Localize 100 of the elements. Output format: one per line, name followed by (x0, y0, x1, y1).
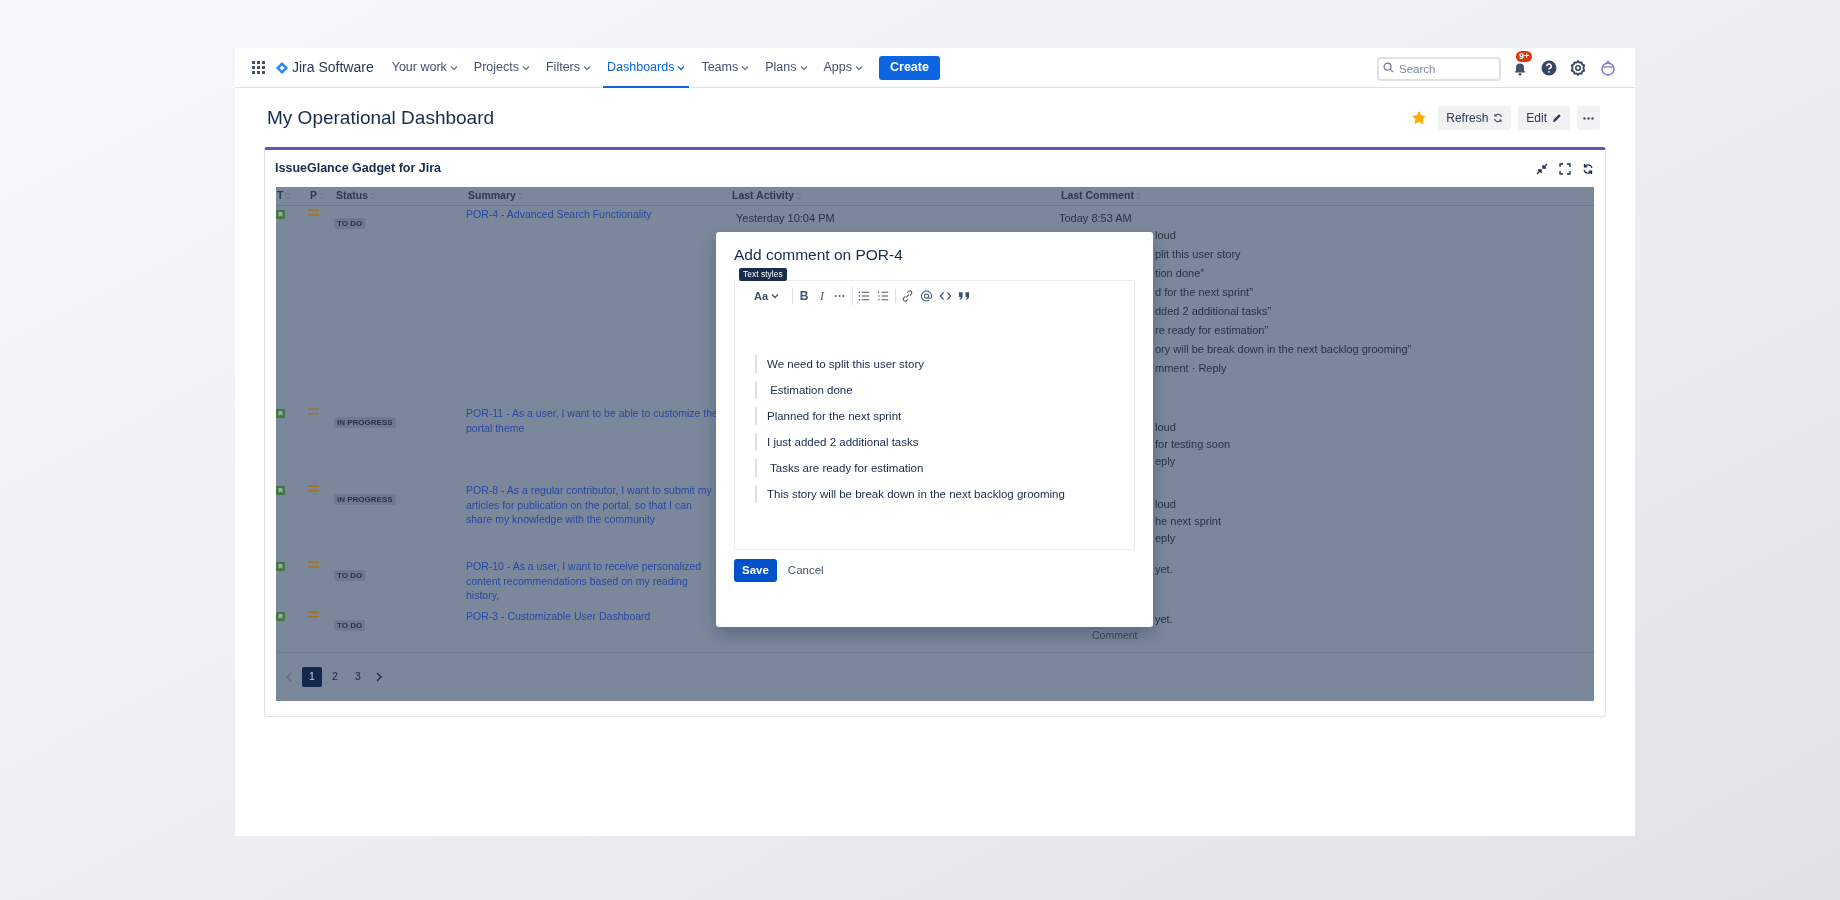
status-lozenge: TO DO (334, 570, 366, 581)
nav-tab[interactable]: Apps (819, 47, 868, 88)
chevron-down-icon (677, 64, 686, 71)
comment-text: re ready for estimation” (1154, 323, 1269, 337)
code-icon[interactable] (939, 289, 953, 303)
quote-text: Planned for the next sprint (755, 407, 1134, 425)
status-lozenge: IN PROGRESS (334, 417, 396, 428)
diamond-logo-icon (276, 61, 288, 74)
nav-tab[interactable]: Projects (469, 47, 534, 88)
bullet-list-icon[interactable] (858, 289, 872, 303)
activity-time: Yesterday 10:04 PM (736, 211, 836, 225)
comment-text: loud (1154, 228, 1176, 242)
comment-text: eply (1154, 454, 1176, 468)
save-button[interactable]: Save (734, 559, 777, 582)
medium-priority-icon (308, 611, 319, 618)
story-icon (276, 210, 285, 219)
create-button[interactable]: Create (879, 55, 940, 80)
medium-priority-icon (308, 561, 319, 568)
column-header[interactable]: Last Comment (1061, 188, 1134, 204)
comment-editor[interactable] (734, 280, 1135, 550)
quote-text: This story will be break down in the next backlog grooming (755, 485, 1134, 503)
dialog-title: Add comment on POR-4 (734, 246, 904, 264)
story-icon (276, 486, 285, 495)
more-button[interactable] (1577, 106, 1600, 130)
minimize-icon[interactable] (1536, 162, 1548, 175)
refresh-icon (1493, 113, 1504, 123)
story-icon (276, 562, 285, 571)
comment-text: for testing soon (1154, 437, 1231, 451)
comment-text: ory will be break down in the next backlog grooming” (1154, 342, 1412, 356)
comment-text: yet. (1154, 612, 1173, 626)
settings-icon[interactable] (1570, 59, 1586, 76)
chevron-down-icon (771, 293, 780, 299)
tooltip: Text styles (739, 268, 787, 281)
medium-priority-icon (308, 209, 319, 216)
comment-text: loud (1154, 497, 1176, 511)
cancel-button[interactable]: Cancel (779, 559, 832, 582)
comment-text: loud (1154, 420, 1176, 434)
italic-button[interactable]: I (816, 287, 829, 305)
text-styles-button[interactable]: Aa (754, 287, 788, 305)
chevron-down-icon (522, 64, 530, 71)
nav-tab[interactable]: Filters (542, 47, 595, 88)
more-icon (1583, 116, 1594, 120)
product-name[interactable]: Jira Software (292, 57, 374, 78)
quote-text: Tasks are ready for estimation (755, 459, 1134, 477)
column-header[interactable]: Summary (468, 188, 516, 204)
pencil-icon (1552, 113, 1562, 123)
comment-text: yet. (1154, 562, 1173, 576)
edit-button[interactable]: Edit (1518, 106, 1570, 130)
avatar-icon[interactable] (1599, 58, 1617, 77)
chevron-down-icon (855, 64, 864, 71)
nav-tab[interactable]: Dashboards (603, 47, 690, 88)
gadget-title: IssueGlance Gadget for Jira (275, 160, 442, 178)
nav-tab[interactable]: Your work (387, 47, 462, 88)
comment-text: dded 2 additional tasks” (1154, 304, 1272, 318)
numbered-list-icon[interactable] (877, 289, 891, 303)
fullscreen-icon[interactable] (1559, 162, 1571, 175)
search-icon (1383, 62, 1394, 73)
chevron-down-icon (799, 64, 808, 71)
refresh-button[interactable]: Refresh (1438, 106, 1512, 130)
page-button[interactable]: 3 (348, 667, 368, 687)
dashboard-title: My Operational Dashboard (267, 105, 495, 130)
star-icon[interactable] (1412, 111, 1427, 125)
status-lozenge: IN PROGRESS (334, 494, 396, 505)
quote-text: I just added 2 additional tasks (755, 433, 1134, 451)
status-lozenge: TO DO (334, 218, 366, 229)
comment-text: he next sprint (1154, 514, 1222, 528)
column-header[interactable]: Status (336, 188, 369, 204)
bell-icon[interactable] (1513, 61, 1527, 76)
status-lozenge: TO DO (334, 620, 366, 631)
comment-text: eply (1154, 531, 1176, 545)
comment-text: tion done” (1154, 266, 1204, 280)
story-icon (276, 612, 285, 621)
bold-button[interactable]: B (798, 287, 811, 305)
page-button[interactable]: 2 (325, 667, 345, 687)
chevron-down-icon (449, 64, 458, 71)
nav-tab[interactable]: Teams (697, 47, 754, 88)
comment-text: plit this user story (1154, 247, 1241, 261)
comment-time: Today 8:53 AM (1059, 211, 1132, 225)
comment-text: mment · Reply (1154, 361, 1227, 375)
column-header[interactable]: T (277, 188, 284, 204)
link-icon[interactable] (901, 289, 915, 303)
page-button[interactable]: 1 (302, 667, 322, 687)
mention-icon[interactable] (920, 289, 934, 303)
story-icon (276, 409, 285, 418)
medium-priority-icon (308, 485, 319, 492)
column-header[interactable]: Last Activity (732, 188, 795, 204)
search-field[interactable]: Search (1377, 56, 1501, 81)
chevron-down-icon (741, 64, 750, 71)
medium-priority-icon (308, 408, 319, 415)
help-icon[interactable] (1541, 59, 1557, 76)
comment-text: d for the next sprint” (1154, 285, 1253, 299)
notification-badge: 9+ (1516, 50, 1533, 62)
quote-text: Estimation done (755, 381, 1134, 399)
chevron-down-icon (583, 64, 591, 71)
app-grid-icon[interactable] (251, 59, 267, 76)
column-header[interactable]: P (310, 188, 317, 204)
quote-icon[interactable] (958, 289, 972, 303)
nav-tab[interactable]: Plans (761, 47, 812, 88)
quote-text: We need to split this user story (755, 355, 1134, 373)
refresh-icon[interactable] (1582, 162, 1594, 175)
